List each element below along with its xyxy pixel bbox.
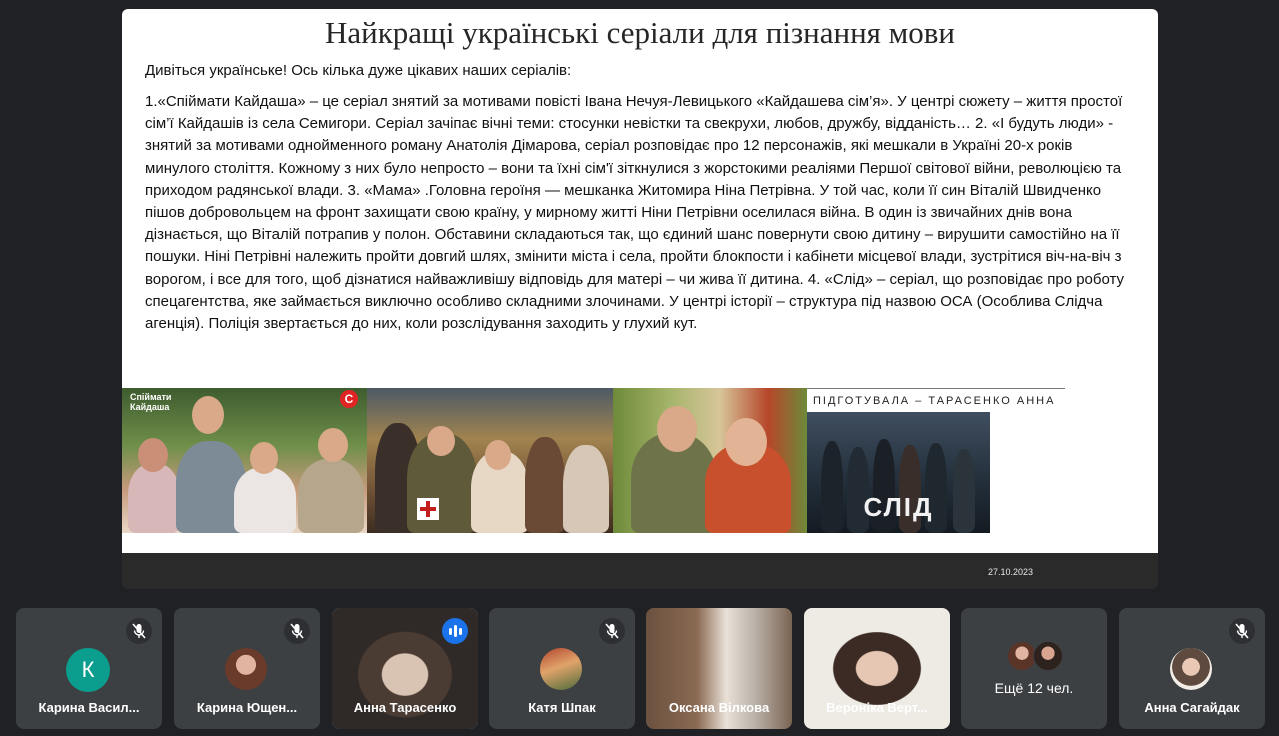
mic-off-icon xyxy=(126,618,152,644)
participant-name: Оксана Вілкова xyxy=(668,700,770,715)
more-participants-tile[interactable]: Ещё 12 чел. xyxy=(961,608,1107,729)
participant-name: Анна Тарасенко xyxy=(353,700,457,715)
participant-name: Вероніка Верт... xyxy=(826,700,928,715)
participant-name: Катя Шпак xyxy=(528,700,596,715)
mic-off-icon xyxy=(1229,618,1255,644)
slide-title: Найкращі українські серіали для пізнання… xyxy=(324,15,956,50)
participant-tile[interactable]: Оксана Вілкова xyxy=(646,608,792,729)
avatar xyxy=(225,648,267,690)
participant-tile[interactable]: Карина Ющен... xyxy=(174,608,320,729)
participant-tile[interactable]: Вероніка Верт... xyxy=(804,608,950,729)
avatar xyxy=(540,648,582,690)
audio-level-icon xyxy=(442,618,468,644)
poster-kaidash-logo: Спіймати Кайдаша xyxy=(130,392,172,412)
participant-tile[interactable]: К Карина Васил... xyxy=(16,608,162,729)
slide-intro: Дивіться українське! Ось кілька дуже цік… xyxy=(145,62,572,79)
prepared-by: ПІДГОТУВАЛА – ТАРАСЕНКО АННА xyxy=(807,388,1065,412)
presentation-stage: Найкращі українські серіали для пізнання… xyxy=(122,9,1158,589)
poster-kaidash: Спіймати Кайдаша С xyxy=(122,388,367,533)
more-participants-label: Ещё 12 чел. xyxy=(994,680,1074,696)
mic-off-icon xyxy=(284,618,310,644)
avatar xyxy=(1033,641,1063,671)
slide: Найкращі українські серіали для пізнання… xyxy=(122,9,1158,553)
slide-body: 1.«Спіймати Кайдаша» – це серіал знятий … xyxy=(145,93,1125,333)
participant-tile[interactable]: Анна Сагайдак xyxy=(1119,608,1265,729)
participant-name: Карина Васил... xyxy=(38,700,140,715)
poster-i-budut-liudy xyxy=(367,388,613,533)
channel-logo: С xyxy=(340,390,358,408)
poster-slid: СЛІД xyxy=(807,412,990,533)
poster-mama xyxy=(613,388,807,533)
participant-name: Карина Ющен... xyxy=(196,700,298,715)
participant-tile[interactable]: Катя Шпак xyxy=(489,608,635,729)
avatar: К xyxy=(66,648,110,692)
slide-footer: 27.10.2023 xyxy=(122,553,1158,589)
avatar xyxy=(1170,648,1212,690)
participant-name: Анна Сагайдак xyxy=(1144,700,1240,715)
mic-off-icon xyxy=(599,618,625,644)
poster-slid-logo: СЛІД xyxy=(863,492,934,522)
participant-tile-active[interactable]: Анна Тарасенко xyxy=(332,608,478,729)
red-cross-icon xyxy=(417,498,439,520)
slide-date: 27.10.2023 xyxy=(987,567,1033,577)
